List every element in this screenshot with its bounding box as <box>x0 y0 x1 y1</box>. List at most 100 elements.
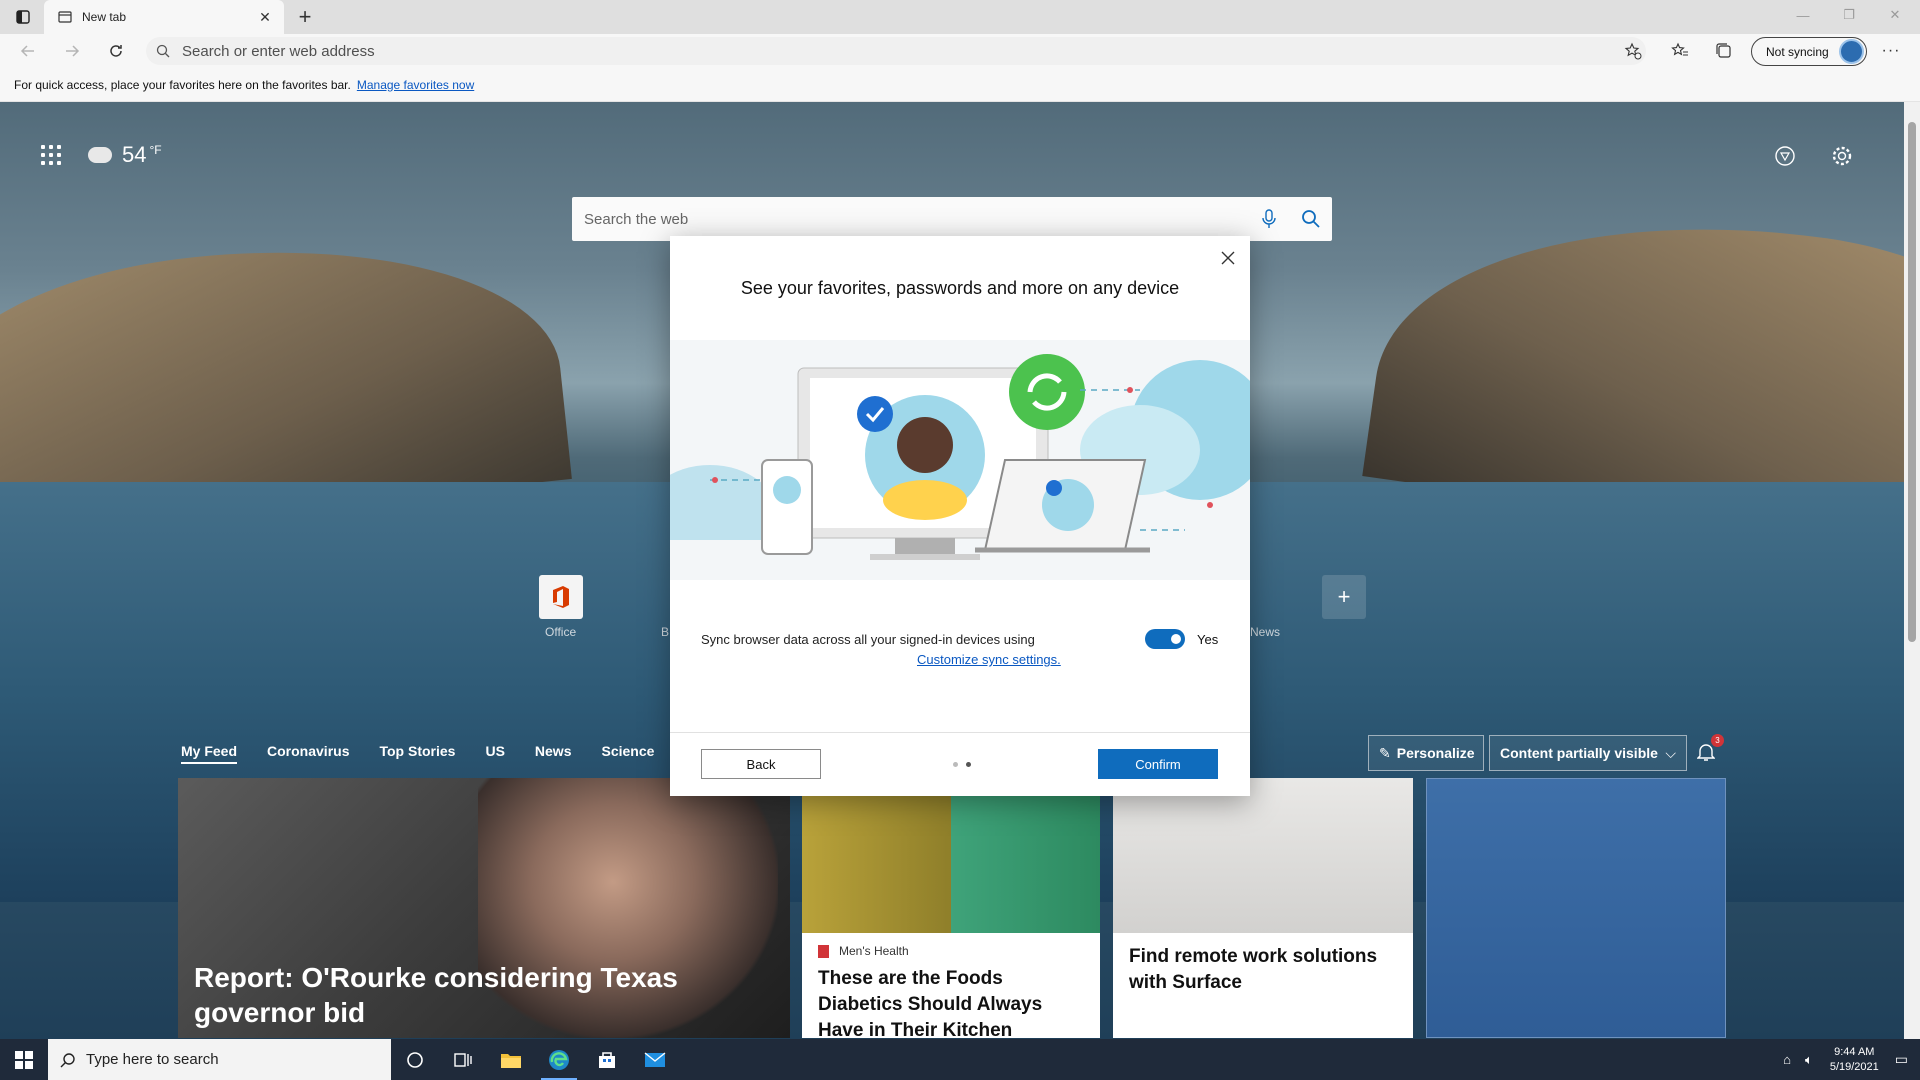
tab-actions-button[interactable] <box>8 4 38 30</box>
system-tray: ⌂ 🔈︎ 9:44 AM 5/19/2021 ▭ <box>1776 1039 1920 1080</box>
notification-badge: 3 <box>1711 734 1724 747</box>
tab-close-icon[interactable]: ✕ <box>256 8 274 26</box>
file-explorer-button[interactable] <box>487 1039 535 1080</box>
personalize-button[interactable]: ✎ Personalize <box>1368 735 1484 771</box>
arrow-right-icon <box>66 45 80 57</box>
tab-news[interactable]: News <box>535 743 572 764</box>
title-bar: New tab ✕ + — ❐ ✕ <box>0 0 1920 34</box>
browser-toolbar: Search or enter web address Not syncing … <box>0 34 1920 68</box>
page-scrollbar[interactable] <box>1904 102 1920 1039</box>
refresh-icon <box>110 45 122 57</box>
microphone-icon[interactable] <box>1248 198 1290 240</box>
news-source: Men's Health <box>818 944 909 958</box>
tab-us[interactable]: US <box>485 743 504 764</box>
task-view-icon <box>454 1052 472 1067</box>
restore-button[interactable]: ❐ <box>1826 0 1872 30</box>
settings-menu-button[interactable]: ··· <box>1877 38 1905 64</box>
customize-sync-link[interactable]: Customize sync settings. <box>917 652 1061 667</box>
page-icon <box>58 11 72 23</box>
web-search-input[interactable]: Search the web <box>584 211 1248 228</box>
back-button[interactable]: Back <box>701 749 821 779</box>
tab-my-feed[interactable]: My Feed <box>181 743 238 764</box>
content-visibility-label: Content partially visible <box>1500 745 1658 761</box>
news-title: These are the Foods Diabetics Should Alw… <box>818 968 1043 1038</box>
new-tab-button[interactable]: + <box>292 4 318 30</box>
favorites-button[interactable] <box>1666 38 1694 64</box>
edge-icon <box>549 1049 569 1070</box>
mail-button[interactable] <box>631 1039 679 1080</box>
scrollbar-thumb[interactable] <box>1908 122 1916 642</box>
more-icon: ··· <box>1881 42 1901 59</box>
toggle-knob <box>1171 634 1181 644</box>
dialog-title: See your favorites, passwords and more o… <box>740 278 1180 298</box>
favorites-bar: For quick access, place your favorites h… <box>0 68 1920 102</box>
dialog-divider <box>670 732 1250 733</box>
minimize-button[interactable]: — <box>1780 0 1826 30</box>
news-card-featured[interactable]: Report: O'Rourke considering Texas gover… <box>178 778 790 1038</box>
address-bar[interactable]: Search or enter web address <box>146 37 1646 65</box>
news-card-placeholder[interactable] <box>1426 778 1726 1038</box>
tab-science[interactable]: Science <box>601 743 654 764</box>
taskbar-search-box[interactable]: Type here to search <box>48 1039 391 1080</box>
refresh-button[interactable] <box>102 38 130 64</box>
mens-health-logo <box>818 944 829 958</box>
sync-description: Sync browser data across all your signed… <box>701 632 1035 647</box>
search-icon <box>156 44 170 58</box>
sync-toggle-label: Yes <box>1197 632 1219 647</box>
add-quicklink-button[interactable]: + <box>1322 575 1366 619</box>
add-favorite-button[interactable] <box>1619 38 1647 64</box>
folder-icon <box>501 1053 521 1068</box>
ad-card-surface[interactable]: Find remote work solutions with Surface <box>1113 778 1413 1038</box>
action-center-icon[interactable]: ▭ <box>1895 1051 1908 1068</box>
rewards-button[interactable] <box>1771 142 1799 170</box>
clock-time: 9:44 AM <box>1834 1045 1875 1058</box>
store-button[interactable] <box>583 1039 631 1080</box>
task-view-button[interactable] <box>439 1039 487 1080</box>
volume-icon[interactable]: 🔈︎ <box>1805 1052 1813 1068</box>
manage-favorites-link[interactable]: Manage favorites now <box>357 78 474 92</box>
app-launcher-button[interactable] <box>38 142 64 168</box>
ad-title: Find remote work solutions with Surface <box>1129 946 1378 993</box>
mail-icon <box>644 1051 666 1067</box>
quicklink-office[interactable] <box>539 575 583 619</box>
edge-taskbar-button[interactable] <box>535 1039 583 1080</box>
close-icon <box>1221 251 1235 265</box>
content-visibility-dropdown[interactable]: Content partially visible ⌵ <box>1489 735 1687 771</box>
arrow-left-icon <box>20 45 34 57</box>
store-icon <box>599 1051 615 1068</box>
news-source-label: Men's Health <box>839 944 909 958</box>
collections-button[interactable] <box>1710 38 1738 64</box>
address-input[interactable]: Search or enter web address <box>182 43 1646 60</box>
partly-cloudy-icon <box>88 147 112 163</box>
favorites-icon <box>1671 42 1688 56</box>
forward-nav-button[interactable] <box>58 38 86 64</box>
taskbar-clock[interactable]: 9:44 AM 5/19/2021 <box>1830 1045 1879 1075</box>
rewards-icon <box>1775 146 1795 166</box>
dialog-close-button[interactable] <box>1216 246 1240 270</box>
news-card-food[interactable]: Men's Health These are the Foods Diabeti… <box>802 778 1100 1038</box>
office-icon <box>553 586 569 608</box>
start-button[interactable] <box>0 1039 48 1080</box>
tab-coronavirus[interactable]: Coronavirus <box>267 743 349 764</box>
profile-sync-button[interactable]: Not syncing <box>1751 37 1867 66</box>
taskbar-search-input[interactable]: Type here to search <box>86 1051 219 1068</box>
page-settings-button[interactable] <box>1828 142 1856 170</box>
network-icon[interactable]: ⌂ <box>1783 1052 1791 1067</box>
step-dot-active <box>966 762 971 767</box>
tab-new-tab[interactable]: New tab ✕ <box>44 0 284 34</box>
sync-status-label: Not syncing <box>1766 44 1829 59</box>
web-search-box[interactable]: Search the web <box>572 197 1332 241</box>
cortana-button[interactable] <box>391 1039 439 1080</box>
tab-top-stories[interactable]: Top Stories <box>379 743 455 764</box>
sync-dialog: See your favorites, passwords and more o… <box>670 236 1250 796</box>
weather-widget[interactable]: 54 °F <box>88 142 162 168</box>
back-nav-button[interactable] <box>14 38 42 64</box>
food-photo <box>802 778 1100 933</box>
notifications-button[interactable]: 3 <box>1694 734 1724 764</box>
confirm-button[interactable]: Confirm <box>1098 749 1218 779</box>
quicklink-label: Office <box>545 625 577 639</box>
sync-toggle[interactable] <box>1145 629 1185 649</box>
tab-title: New tab <box>82 10 127 24</box>
close-window-button[interactable]: ✕ <box>1872 0 1918 30</box>
search-submit-icon[interactable] <box>1290 198 1332 240</box>
